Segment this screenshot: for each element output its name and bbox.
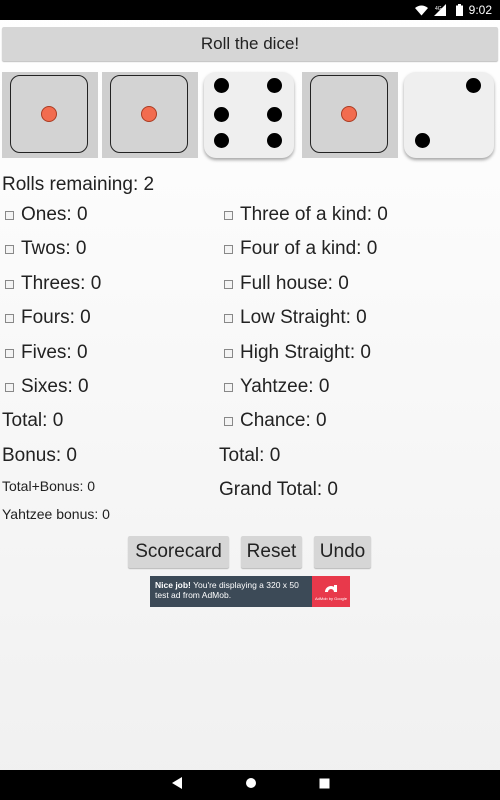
battery-icon bbox=[455, 4, 463, 16]
wifi-icon bbox=[414, 5, 428, 16]
low-straight-label: Low Straight: 0 bbox=[240, 307, 367, 328]
three-of-a-kind-checkbox[interactable] bbox=[224, 210, 233, 220]
roll-dice-button[interactable]: Roll the dice! bbox=[2, 27, 498, 61]
lower-total: Total: 0 bbox=[219, 445, 281, 466]
low-straight-checkbox[interactable] bbox=[224, 313, 233, 323]
scorecard-button[interactable]: Scorecard bbox=[128, 536, 229, 568]
pip bbox=[267, 78, 282, 93]
die-2[interactable] bbox=[102, 72, 198, 158]
home-icon[interactable] bbox=[245, 776, 257, 794]
dice-row bbox=[0, 72, 500, 162]
fours-label: Fours: 0 bbox=[21, 307, 91, 328]
admob-icon bbox=[325, 585, 337, 592]
fours-row[interactable]: Fours: 0 bbox=[5, 307, 91, 329]
yahtzee-bonus: Yahtzee bonus: 0 bbox=[2, 506, 110, 522]
pip bbox=[214, 133, 229, 148]
pip bbox=[341, 106, 357, 122]
threes-checkbox[interactable] bbox=[5, 279, 14, 289]
threes-row[interactable]: Threes: 0 bbox=[5, 273, 101, 295]
fives-row[interactable]: Fives: 0 bbox=[5, 342, 88, 364]
high-straight-row[interactable]: High Straight: 0 bbox=[224, 342, 371, 364]
die-face bbox=[310, 75, 388, 153]
undo-button[interactable]: Undo bbox=[314, 536, 371, 568]
recents-icon[interactable] bbox=[319, 776, 330, 794]
bonus: Bonus: 0 bbox=[2, 445, 77, 466]
four-of-a-kind-row[interactable]: Four of a kind: 0 bbox=[224, 238, 377, 260]
chance-row[interactable]: Chance: 0 bbox=[224, 410, 327, 432]
ones-label: Ones: 0 bbox=[21, 204, 88, 225]
ad-banner[interactable]: Nice job! You're displaying a 320 x 50 t… bbox=[150, 576, 350, 607]
rolls-remaining: Rolls remaining: 2 bbox=[2, 174, 155, 195]
ad-headline: Nice job! bbox=[155, 580, 191, 590]
yahtzee-checkbox[interactable] bbox=[224, 382, 233, 392]
pip bbox=[41, 106, 57, 122]
ones-row[interactable]: Ones: 0 bbox=[5, 204, 88, 226]
sixes-checkbox[interactable] bbox=[5, 382, 14, 392]
twos-label: Twos: 0 bbox=[21, 238, 87, 259]
back-icon[interactable] bbox=[171, 776, 183, 794]
status-time: 9:02 bbox=[468, 3, 492, 17]
die-3[interactable] bbox=[204, 72, 294, 158]
yahtzee-row[interactable]: Yahtzee: 0 bbox=[224, 376, 329, 398]
pip bbox=[267, 133, 282, 148]
sixes-row[interactable]: Sixes: 0 bbox=[5, 376, 89, 398]
threes-label: Threes: 0 bbox=[21, 273, 102, 294]
yahtzee-label: Yahtzee: 0 bbox=[240, 376, 330, 397]
low-straight-row[interactable]: Low Straight: 0 bbox=[224, 307, 367, 329]
high-straight-label: High Straight: 0 bbox=[240, 342, 371, 363]
pip bbox=[141, 106, 157, 122]
high-straight-checkbox[interactable] bbox=[224, 348, 233, 358]
pip bbox=[267, 107, 282, 122]
grand-total: Grand Total: 0 bbox=[219, 479, 339, 500]
pip bbox=[415, 133, 430, 148]
four-of-a-kind-label: Four of a kind: 0 bbox=[240, 238, 378, 259]
sixes-label: Sixes: 0 bbox=[21, 376, 89, 397]
chance-checkbox[interactable] bbox=[224, 416, 233, 426]
die-face bbox=[10, 75, 88, 153]
pip bbox=[214, 107, 229, 122]
admob-logo-text: AdMob by Google bbox=[314, 596, 348, 601]
die-1[interactable] bbox=[2, 72, 98, 158]
full-house-row[interactable]: Full house: 0 bbox=[224, 273, 349, 295]
twos-checkbox[interactable] bbox=[5, 244, 14, 254]
ones-checkbox[interactable] bbox=[5, 210, 14, 220]
svg-text:4G: 4G bbox=[435, 6, 442, 12]
nav-bar bbox=[0, 770, 500, 800]
chance-label: Chance: 0 bbox=[240, 410, 327, 431]
admob-logo: AdMob by Google bbox=[312, 576, 350, 607]
fives-checkbox[interactable] bbox=[5, 348, 14, 358]
die-5[interactable] bbox=[404, 72, 494, 158]
die-face bbox=[110, 75, 188, 153]
fives-label: Fives: 0 bbox=[21, 342, 88, 363]
upper-total: Total: 0 bbox=[2, 410, 64, 431]
die-4[interactable] bbox=[302, 72, 398, 158]
four-of-a-kind-checkbox[interactable] bbox=[224, 244, 233, 254]
reset-button[interactable]: Reset bbox=[241, 536, 302, 568]
pip bbox=[466, 78, 481, 93]
twos-row[interactable]: Twos: 0 bbox=[5, 238, 86, 260]
three-of-a-kind-label: Three of a kind: 0 bbox=[240, 204, 388, 225]
fours-checkbox[interactable] bbox=[5, 313, 14, 323]
full-house-label: Full house: 0 bbox=[240, 273, 349, 294]
three-of-a-kind-row[interactable]: Three of a kind: 0 bbox=[224, 204, 388, 226]
total-plus-bonus: Total+Bonus: 0 bbox=[2, 478, 96, 494]
status-bar: 4G 9:02 bbox=[0, 0, 500, 20]
pip bbox=[214, 78, 229, 93]
signal-icon: 4G bbox=[433, 4, 450, 16]
full-house-checkbox[interactable] bbox=[224, 279, 233, 289]
